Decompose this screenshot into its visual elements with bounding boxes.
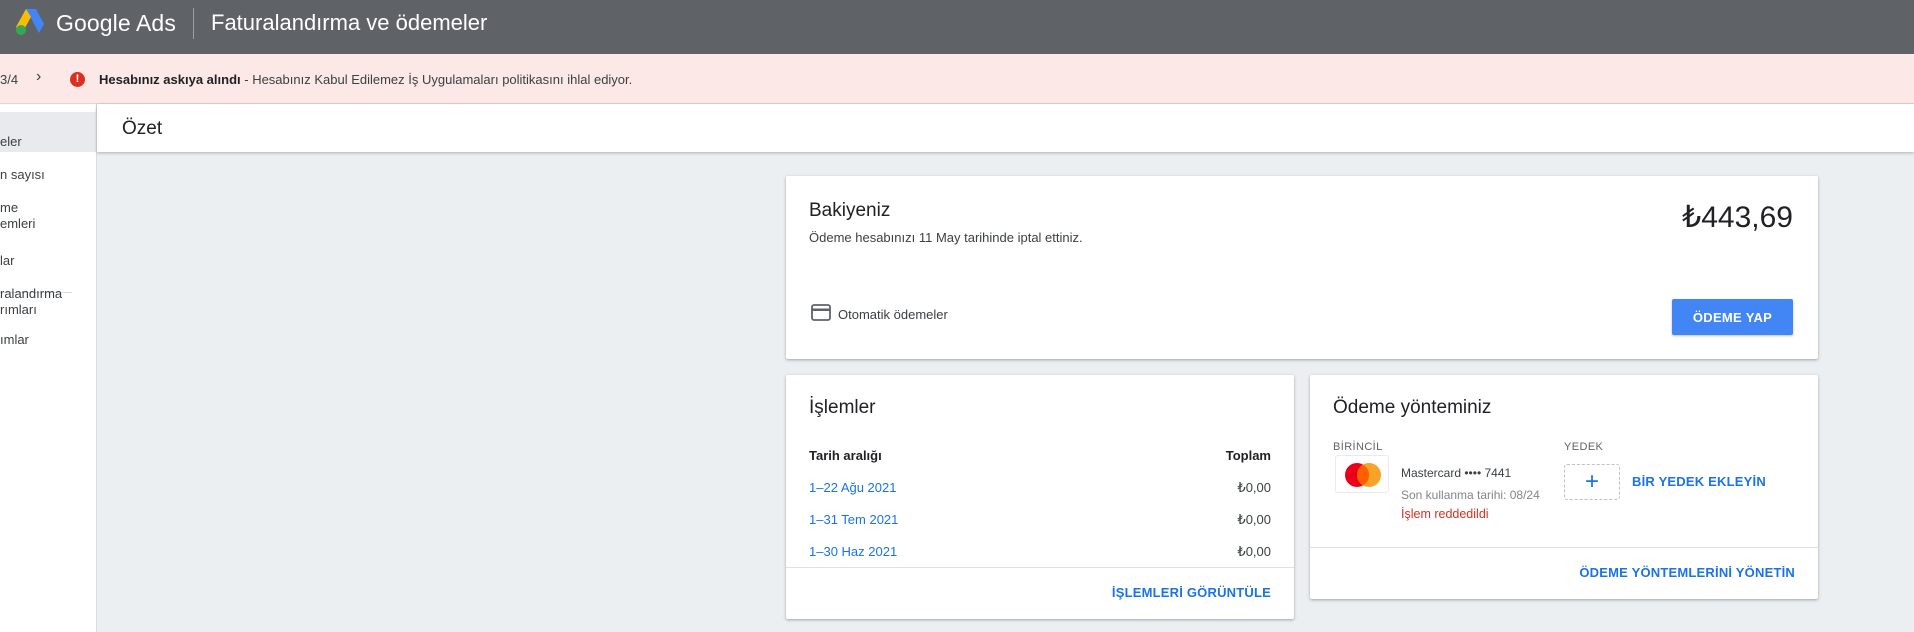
transaction-amount: ₺0,00 <box>1237 480 1271 495</box>
sidebar-item-label: ralandırma <box>0 286 63 301</box>
add-backup-button[interactable]: BİR YEDEK EKLEYİN <box>1632 474 1766 489</box>
sidebar-nav: eler n sayısı me emleri lar ralandırma r… <box>0 104 97 632</box>
sidebar-item-label: emleri <box>0 216 36 231</box>
alert-separator: - <box>240 72 253 87</box>
add-backup-box[interactable]: + <box>1564 464 1620 500</box>
page-title: Özet <box>122 118 163 139</box>
summary-titlebar: Özet <box>97 104 1914 152</box>
transaction-date-link[interactable]: 1–31 Tem 2021 <box>809 512 898 527</box>
card-status-declined: İşlem reddedildi <box>1401 507 1489 521</box>
backup-label: YEDEK <box>1564 441 1604 453</box>
table-row[interactable]: 1–22 Ağu 2021 ₺0,00 <box>809 480 1271 498</box>
sidebar-item-invoices-count[interactable]: n sayısı <box>0 167 45 183</box>
sidebar-item-label: rımları <box>0 302 37 317</box>
manage-payment-methods-button[interactable]: ÖDEME YÖNTEMLERİNİ YÖNETİN <box>1579 565 1795 580</box>
table-row[interactable]: 1–30 Haz 2021 ₺0,00 <box>809 544 1271 562</box>
account-suspended-alert: 3/4 › ! Hesabınız askıya alındı - Hesabı… <box>0 54 1914 104</box>
sidebar-item-documents[interactable]: lar <box>0 253 14 269</box>
transactions-title: İşlemler <box>809 397 876 418</box>
page-heading: Faturalandırma ve ödemeler <box>211 10 488 35</box>
alert-body: Hesabınız Kabul Edilemez İş Uygulamaları… <box>252 72 633 87</box>
error-icon: ! <box>70 72 85 87</box>
credit-card-icon <box>811 304 831 321</box>
make-payment-button[interactable]: ÖDEME YAP <box>1672 299 1793 335</box>
brand-name: Google Ads <box>56 10 176 36</box>
transaction-amount: ₺0,00 <box>1237 544 1271 559</box>
column-header-date: Tarih aralığı <box>809 448 882 463</box>
sidebar-item-label: ımlar <box>0 332 29 347</box>
alert-counter: 3/4 <box>0 72 19 87</box>
top-app-bar: Google Ads Faturalandırma ve ödemeler <box>0 0 1914 54</box>
sidebar-item-label: eler <box>0 134 22 149</box>
transaction-amount: ₺0,00 <box>1237 512 1271 527</box>
sidebar-item-label: me <box>0 200 19 215</box>
view-transactions-button[interactable]: İŞLEMLERİ GÖRÜNTÜLE <box>1112 585 1271 600</box>
column-header-total: Toplam <box>1225 448 1271 463</box>
sidebar-item-settings-2[interactable]: ımlar <box>0 332 29 348</box>
alert-title: Hesabınız askıya alındı <box>99 72 241 87</box>
google-ads-logo[interactable] <box>14 7 46 37</box>
mastercard-logo-svg <box>1345 463 1381 487</box>
sidebar-item-billing-setup[interactable]: ralandırma rımları <box>0 286 62 318</box>
transaction-date-link[interactable]: 1–30 Haz 2021 <box>809 544 897 559</box>
sidebar-item-settings[interactable]: eler <box>0 134 22 150</box>
sidebar-item-label: lar <box>0 253 15 268</box>
sidebar-item-label: n sayısı <box>0 167 45 182</box>
plus-icon: + <box>1584 468 1599 495</box>
payment-method-title: Ödeme yönteminiz <box>1333 397 1492 418</box>
transactions-header-row: Tarih aralığı Toplam <box>809 448 1271 466</box>
sidebar-item-payment-methods[interactable]: me emleri <box>0 200 35 232</box>
balance-title: Bakiyeniz <box>809 200 891 221</box>
transactions-card: İşlemler Tarih aralığı Toplam 1–22 Ağu 2… <box>786 375 1294 619</box>
table-row[interactable]: 1–31 Tem 2021 ₺0,00 <box>809 512 1271 530</box>
header-divider <box>193 8 194 39</box>
balance-subtitle: Ödeme hesabınızı 11 May tarihinde iptal … <box>809 230 1083 245</box>
balance-card: Bakiyeniz Ödeme hesabınızı 11 May tarihi… <box>786 176 1818 359</box>
card-expiry: Son kullanma tarihi: 08/24 <box>1401 488 1540 502</box>
alert-message: Hesabınız askıya alındı - Hesabınız Kabu… <box>99 72 632 87</box>
balance-amount: ₺443,69 <box>1682 201 1793 234</box>
chevron-right-icon[interactable]: › <box>36 68 41 86</box>
primary-label: BİRİNCİL <box>1333 441 1383 453</box>
card-divider <box>786 567 1294 568</box>
card-divider <box>1310 547 1818 548</box>
transaction-date-link[interactable]: 1–22 Ağu 2021 <box>809 480 896 495</box>
auto-payments-label[interactable]: Otomatik ödemeler <box>838 307 948 322</box>
payment-method-card: Ödeme yönteminiz BİRİNCİL YEDEK Masterca… <box>1310 375 1818 599</box>
mastercard-logo <box>1335 455 1389 493</box>
card-name: Mastercard •••• 7441 <box>1401 466 1512 480</box>
